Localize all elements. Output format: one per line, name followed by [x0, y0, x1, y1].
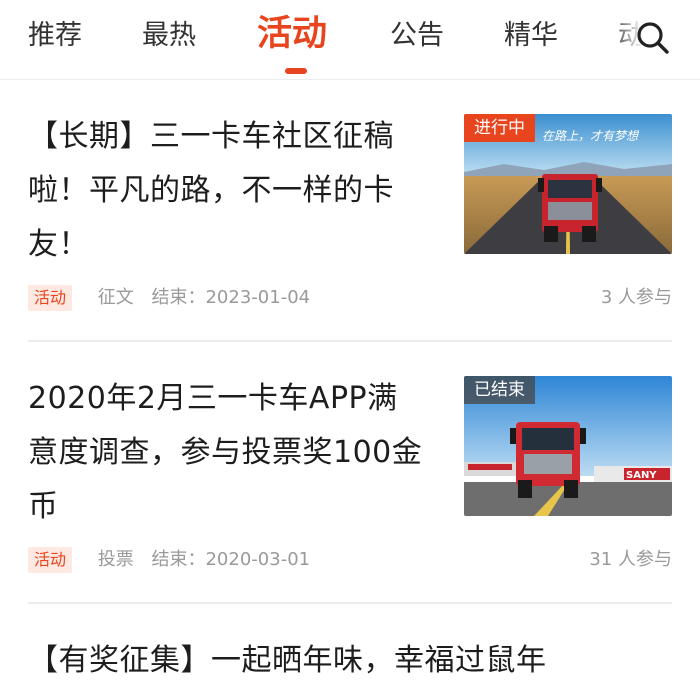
activity-type: 投票	[97, 549, 134, 570]
end-label: 结束：	[151, 287, 206, 308]
end-date: 2023-01-04	[205, 287, 311, 308]
search-icon[interactable]	[633, 18, 673, 58]
image-slogan: 在路上，才有梦想	[542, 129, 640, 143]
activity-thumbnail[interactable]: 在路上，才有梦想 进行中	[464, 114, 672, 254]
tab-activity[interactable]: 活动	[257, 12, 327, 56]
activity-card[interactable]: 2020年2月三一卡车APP满意度调查，参与投票奖100金币 SANY 已结束 …	[28, 342, 672, 604]
activity-card[interactable]: 【长期】三一卡车社区征稿啦！平凡的路，不一样的卡友！ 在路上，才有梦想 进行中 …	[28, 80, 672, 342]
activity-type: 征文	[97, 287, 134, 308]
status-badge: 已结束	[464, 376, 535, 404]
tab-featured[interactable]: 精华	[504, 18, 558, 54]
status-badge: 进行中	[464, 114, 535, 142]
tab-announcement[interactable]: 公告	[390, 18, 444, 54]
activity-title[interactable]: 【有奖征集】一起晒年味，幸福过鼠年	[28, 634, 672, 688]
category-tag: 活动	[28, 285, 73, 311]
activity-title[interactable]: 2020年2月三一卡车APP满意度调查，参与投票奖100金币	[28, 372, 428, 534]
tab-recommend[interactable]: 推荐	[28, 18, 82, 54]
activity-thumbnail[interactable]: SANY 已结束	[464, 376, 672, 516]
activity-card[interactable]: 【有奖征集】一起晒年味，幸福过鼠年	[28, 604, 672, 700]
participant-count: 3 人参与	[600, 287, 672, 308]
category-tag: 活动	[28, 547, 73, 573]
activity-title[interactable]: 【长期】三一卡车社区征稿啦！平凡的路，不一样的卡友！	[28, 110, 428, 272]
brand-sign: SANY	[626, 470, 657, 481]
tab-hottest[interactable]: 最热	[142, 18, 196, 54]
end-date: 2020-03-01	[205, 549, 311, 570]
active-tab-indicator	[285, 68, 307, 74]
top-tab-bar: 推荐 最热 活动 公告 精华 动	[0, 0, 700, 80]
activity-meta: 活动 投票 结束：2020-03-01 31 人参与	[28, 545, 672, 575]
end-label: 结束：	[151, 549, 206, 570]
participant-count: 31 人参与	[589, 549, 672, 570]
activity-meta: 活动 征文 结束：2023-01-04 3 人参与	[28, 283, 672, 313]
